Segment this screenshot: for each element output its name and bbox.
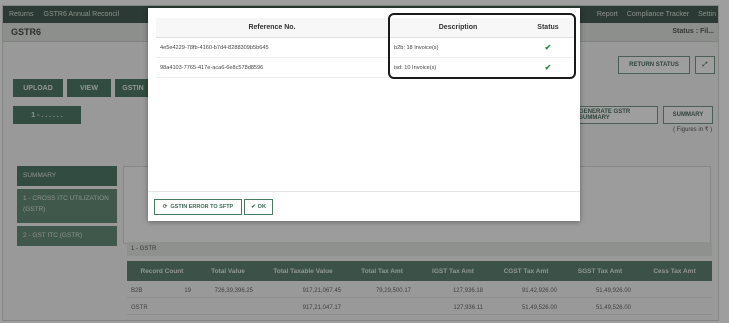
modal-footer-divider (148, 191, 580, 192)
check-icon: ✔ (251, 204, 256, 210)
refresh-icon: ⟳ (162, 204, 168, 210)
col-reference-no: Reference No. (248, 24, 296, 31)
ok-label: OK (257, 204, 266, 210)
reference-no: 98a4103-7765-417e-aca6-6e8c578d8596 (160, 64, 264, 71)
reference-no: 4e5e4229-78fb-4160-b7d4-8288309b5b645 (160, 44, 269, 51)
gstin-error-sftp-label: GSTIN ERROR TO SFTP (170, 204, 234, 210)
annotation-highlight-box (388, 13, 576, 79)
app-window: Returns GSTR6 Annual Reconcil Report Com… (0, 0, 729, 323)
gstin-error-sftp-button[interactable]: ⟳ GSTIN ERROR TO SFTP (154, 199, 242, 215)
ok-button[interactable]: ✔ OK (244, 199, 273, 215)
